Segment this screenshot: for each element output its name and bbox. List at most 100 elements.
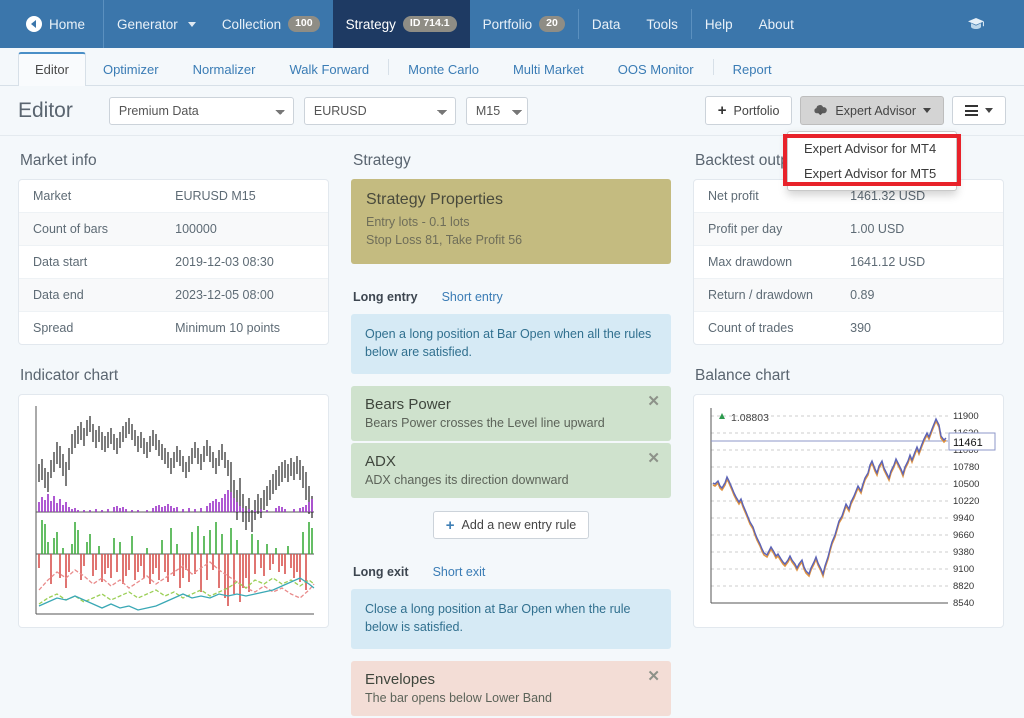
tab-long-exit[interactable]: Long exit [353,565,409,579]
close-icon[interactable]: ✕ [647,394,660,409]
nav-label-tools: Tools [646,17,678,32]
row-key: Spread [19,312,161,345]
exit-direction-tabs: Long exit Short exit [353,565,671,579]
nav-item-data[interactable]: Data [579,0,634,48]
balance-chart-svg: 1.08803 11900 11620 11060 10780 10500 10… [701,402,996,620]
nav-label-portfolio: Portfolio [483,17,533,32]
table-row: Market EURUSD M15 [19,180,328,213]
tab-long-entry[interactable]: Long entry [353,290,418,304]
row-key: Count of bars [19,213,161,246]
tab-editor[interactable]: Editor [18,52,86,86]
table-row: Profit per day 1.00 USD [694,213,1003,246]
back-circle-icon [26,16,42,32]
rule-desc: ADX changes its direction downward [365,473,657,487]
indicator-chart-card[interactable] [18,394,329,628]
left-column: Market info Market EURUSD M15 Count of b… [18,152,329,718]
add-entry-rule-button[interactable]: + Add a new entry rule [433,511,589,539]
strategy-properties-card[interactable]: Strategy Properties Entry lots - 0.1 lot… [351,179,671,264]
entry-rule-bears-power[interactable]: ✕ Bears Power Bears Power crosses the Le… [351,386,671,441]
row-value: 2023-12-05 08:00 [161,279,328,312]
strategy-properties-line1: Entry lots - 0.1 lots [366,214,656,231]
nav-item-collection[interactable]: Collection 100 [209,0,333,48]
tab-report[interactable]: Report [716,53,789,86]
row-key: Data start [19,246,161,279]
entry-rule-adx[interactable]: ✕ ADX ADX changes its direction downward [351,443,671,498]
price-label: 1.08803 [731,412,769,424]
nav-item-about[interactable]: About [746,0,807,48]
row-value: 100000 [161,213,328,246]
nav-label-home: Home [49,17,85,32]
nav-spacer [807,0,954,48]
strategy-title: Strategy [353,152,671,170]
tab-short-exit[interactable]: Short exit [433,565,486,579]
svg-text:10220: 10220 [953,496,979,507]
row-value: EURUSD M15 [161,180,328,213]
row-key: Profit per day [694,213,836,246]
chevron-down-icon [188,22,196,27]
nav-label-collection: Collection [222,17,281,32]
balance-chart-card[interactable]: 1.08803 11900 11620 11060 10780 10500 10… [693,394,1004,628]
rule-desc: Bears Power crosses the Level line upwar… [365,416,657,430]
svg-text:9100: 9100 [953,564,974,575]
svg-text:8820: 8820 [953,581,974,592]
tab-label-editor: Editor [35,62,69,77]
timeframe-select[interactable]: M15 [466,97,528,125]
strategy-properties-title: Strategy Properties [366,191,656,209]
nav-label-data: Data [592,17,621,32]
nav-item-home[interactable]: Home [0,0,104,48]
overflow-menu-button[interactable] [952,96,1006,125]
entry-direction-tabs: Long entry Short entry [353,290,671,304]
nav-item-generator[interactable]: Generator [104,0,209,48]
entry-note: Open a long position at Bar Open when al… [351,314,671,374]
symbol-select[interactable]: EURUSD [304,97,456,125]
svg-text:10780: 10780 [953,462,979,473]
table-row: Data end 2023-12-05 08:00 [19,279,328,312]
chevron-down-icon [923,108,931,113]
cloud-download-icon [813,104,828,117]
row-key: Return / drawdown [694,279,836,312]
graduation-cap-icon[interactable] [954,0,998,48]
nav-item-strategy[interactable]: Strategy ID 714.1 [333,0,470,48]
nav-item-help[interactable]: Help [692,0,746,48]
exit-rule-envelopes[interactable]: ✕ Envelopes The bar opens below Lower Ba… [351,661,671,716]
nav-item-tools[interactable]: Tools [633,0,691,48]
tab-normalizer[interactable]: Normalizer [176,53,273,86]
rule-name: Bears Power [365,396,657,413]
tab-label-optimizer: Optimizer [103,62,159,77]
data-source-select[interactable]: Premium Data [109,97,294,125]
close-icon[interactable]: ✕ [647,669,660,684]
expert-advisor-button[interactable]: Expert Advisor [800,96,944,125]
portfolio-badge: 20 [539,16,565,32]
close-icon[interactable]: ✕ [647,451,660,466]
portfolio-button-label: Portfolio [734,104,780,118]
exit-note: Close a long position at Bar Open when t… [351,589,671,649]
tab-label-walk-forward: Walk Forward [289,62,369,77]
table-row: Spread Minimum 10 points [19,312,328,345]
nav-item-portfolio[interactable]: Portfolio 20 [470,0,578,48]
table-row: Data start 2019-12-03 08:30 [19,246,328,279]
strategy-id-badge: ID 714.1 [403,16,457,32]
dropdown-item-mt4[interactable]: Expert Advisor for MT4 [788,136,956,161]
tab-multi-market[interactable]: Multi Market [496,53,601,86]
table-row: Max drawdown 1641.12 USD [694,246,1003,279]
tab-optimizer[interactable]: Optimizer [86,53,176,86]
current-value-label: 11461 [953,437,983,449]
dropdown-item-mt5[interactable]: Expert Advisor for MT5 [788,161,956,186]
hamburger-menu-icon [965,103,978,119]
row-value: 390 [836,312,1003,345]
tab-walk-forward[interactable]: Walk Forward [272,53,386,86]
tab-label-report: Report [733,62,772,77]
svg-text:11900: 11900 [953,411,979,422]
row-key: Market [19,180,161,213]
table-row: Count of trades 390 [694,312,1003,345]
add-entry-rule-wrap: + Add a new entry rule [351,511,671,539]
page-title: Editor [18,99,73,123]
toolbar-right-group: + Portfolio Expert Advisor [705,96,1006,125]
rule-desc: The bar opens below Lower Band [365,691,657,705]
tab-short-entry[interactable]: Short entry [442,290,503,304]
tab-monte-carlo[interactable]: Monte Carlo [391,53,496,86]
tab-divider-2 [713,59,714,75]
market-info-title: Market info [20,152,329,170]
portfolio-button[interactable]: + Portfolio [705,96,793,125]
tab-oos-monitor[interactable]: OOS Monitor [601,53,711,86]
